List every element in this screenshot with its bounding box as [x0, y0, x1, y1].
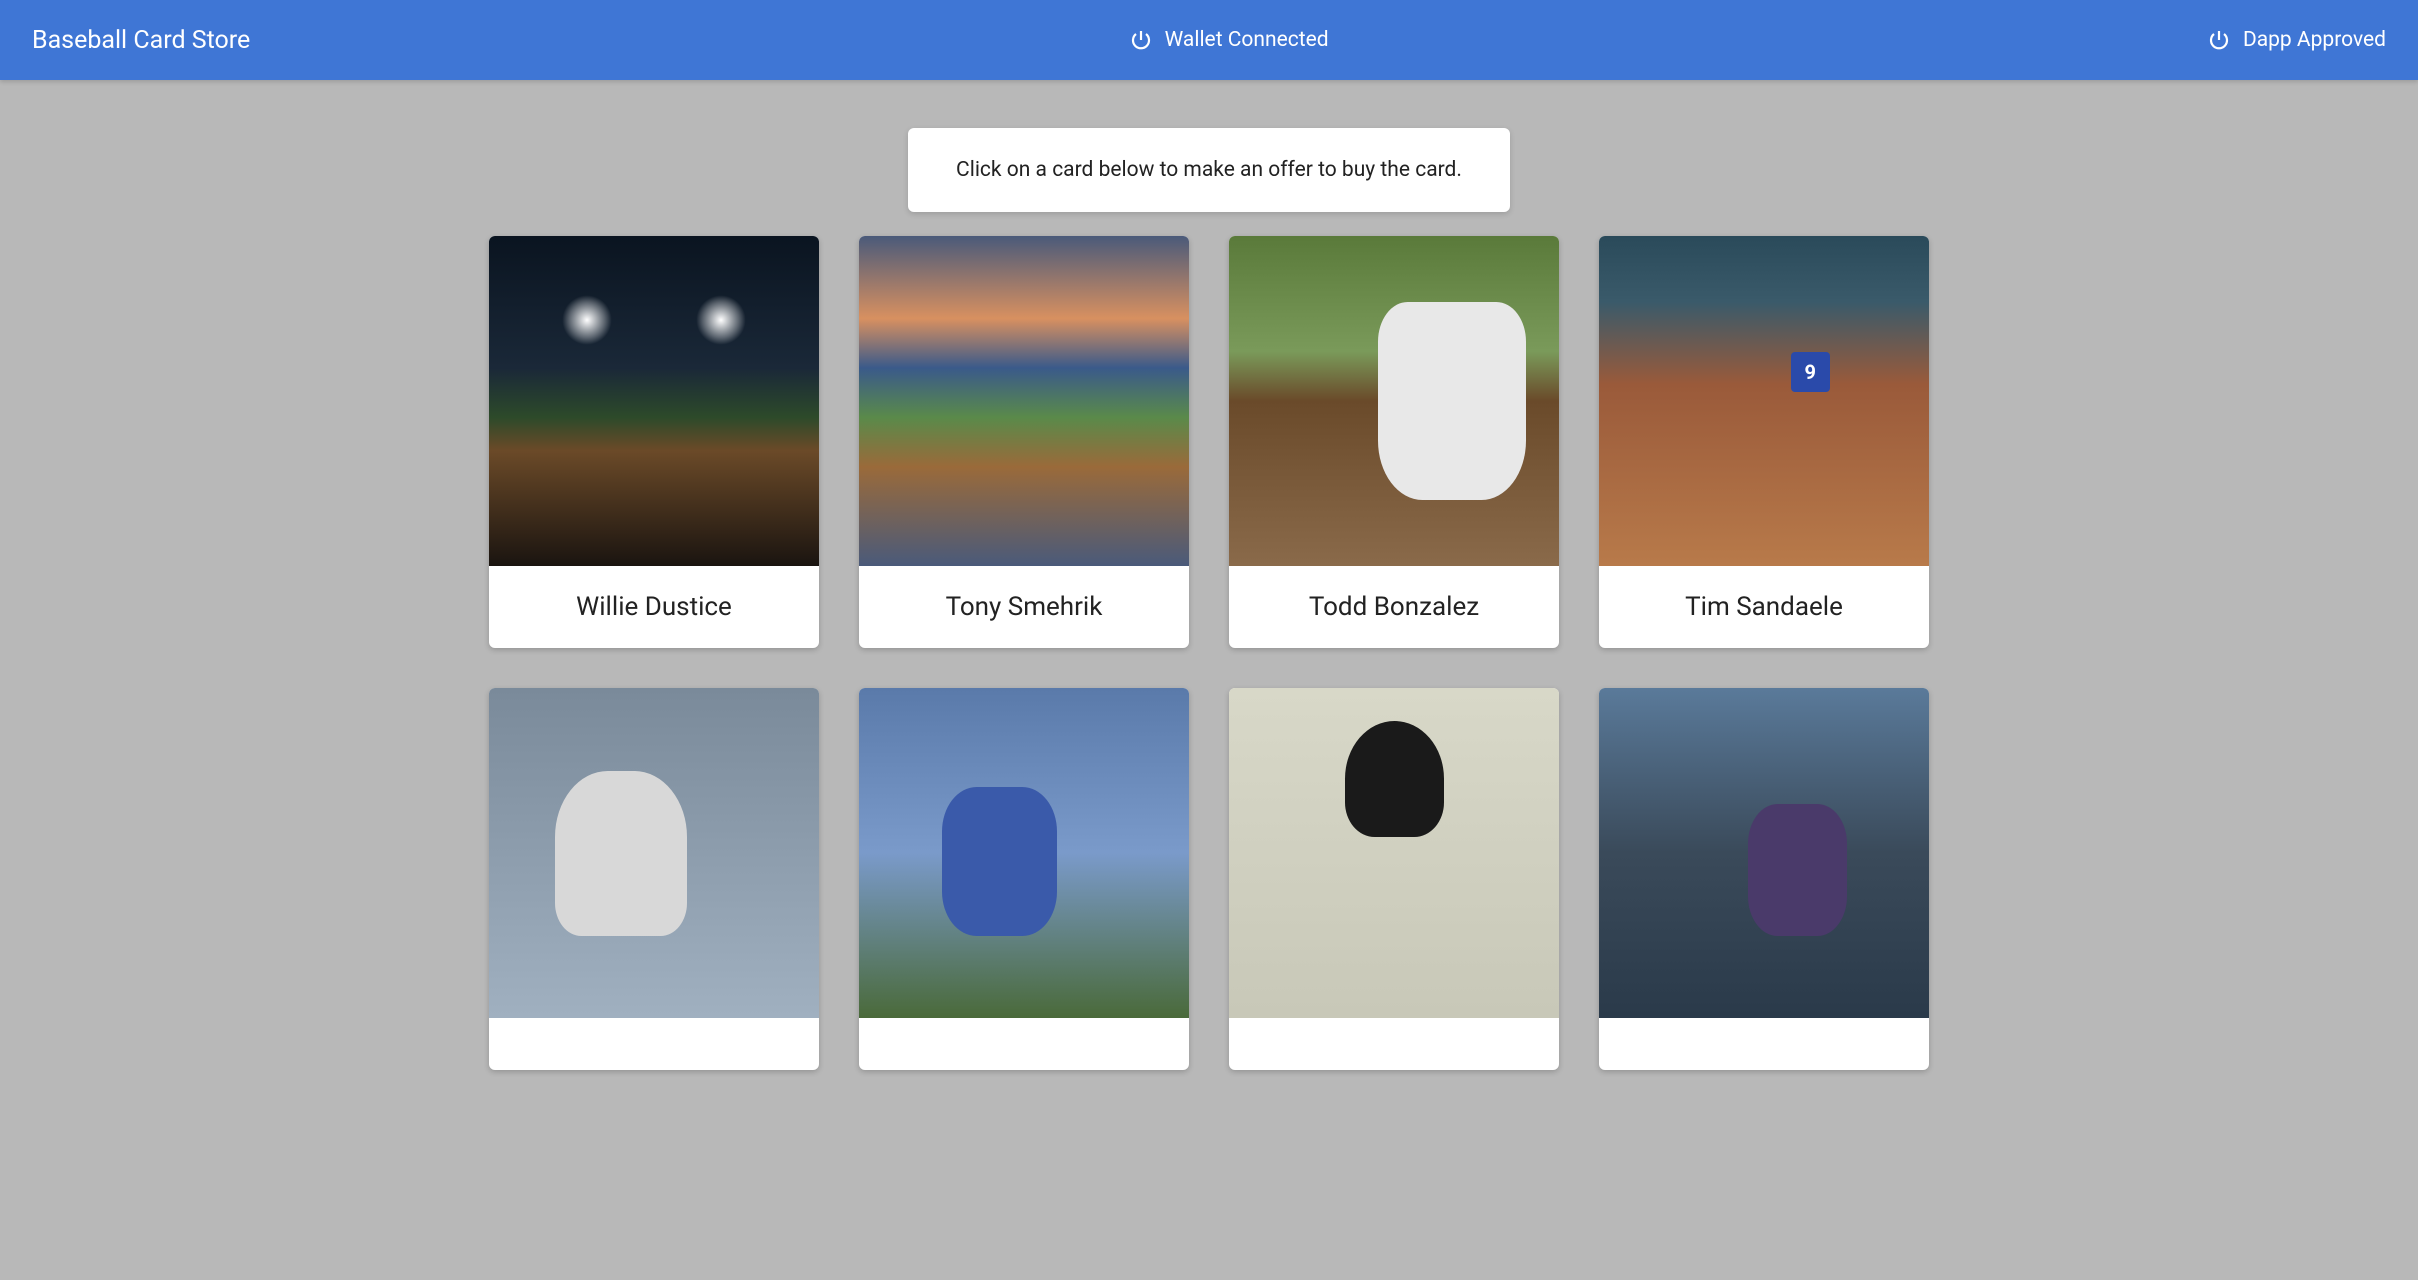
instruction-text: Click on a card below to make an offer t… [956, 158, 1462, 182]
card-item[interactable] [1599, 688, 1929, 1070]
wallet-status[interactable]: Wallet Connected [1129, 28, 1329, 52]
card-image [859, 688, 1189, 1018]
card-name-label: Tim Sandaele [1599, 566, 1929, 648]
card-image [1229, 236, 1559, 566]
card-name-label [1229, 1018, 1559, 1070]
card-image [489, 688, 819, 1018]
card-name-label: Willie Dustice [489, 566, 819, 648]
card-image [859, 236, 1189, 566]
app-header: Baseball Card Store Wallet Connected Dap… [0, 0, 2418, 80]
card-image [1229, 688, 1559, 1018]
dapp-status[interactable]: Dapp Approved [2207, 28, 2386, 52]
card-image [489, 236, 819, 566]
card-name-label [859, 1018, 1189, 1070]
card-name-label [1599, 1018, 1929, 1070]
power-icon [1129, 28, 1153, 52]
card-tim-sandaele[interactable]: Tim Sandaele [1599, 236, 1929, 648]
card-willie-dustice[interactable]: Willie Dustice [489, 236, 819, 648]
card-name-label: Tony Smehrik [859, 566, 1189, 648]
app-title: Baseball Card Store [32, 26, 250, 55]
instruction-box: Click on a card below to make an offer t… [908, 128, 1510, 212]
card-item[interactable] [1229, 688, 1559, 1070]
power-icon [2207, 28, 2231, 52]
dapp-status-label: Dapp Approved [2243, 28, 2386, 52]
card-item[interactable] [859, 688, 1189, 1070]
cards-grid: Willie Dustice Tony Smehrik Todd Bonzale… [489, 236, 1929, 1070]
card-name-label [489, 1018, 819, 1070]
card-todd-bonzalez[interactable]: Todd Bonzalez [1229, 236, 1559, 648]
card-image [1599, 688, 1929, 1018]
card-name-label: Todd Bonzalez [1229, 566, 1559, 648]
card-item[interactable] [489, 688, 819, 1070]
card-image [1599, 236, 1929, 566]
wallet-status-label: Wallet Connected [1165, 28, 1329, 52]
card-tony-smehrik[interactable]: Tony Smehrik [859, 236, 1189, 648]
main-content: Click on a card below to make an offer t… [0, 80, 2418, 1118]
